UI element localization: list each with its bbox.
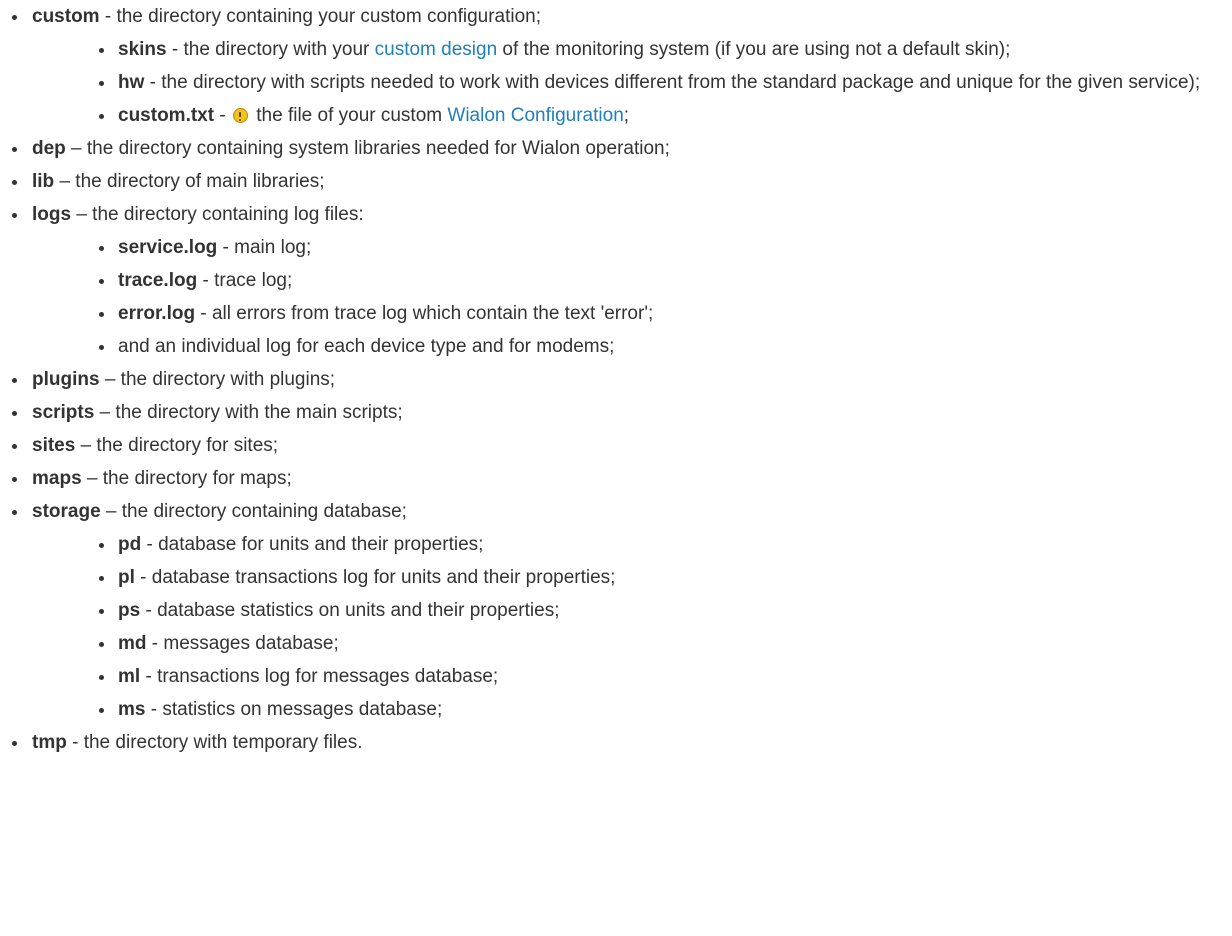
item-name: scripts bbox=[32, 402, 95, 423]
item-name: pl bbox=[118, 567, 135, 588]
item-description: - the directory with temporary files. bbox=[66, 732, 363, 753]
list-item-tmp: tmp - the directory with temporary files… bbox=[12, 726, 1232, 759]
item-name: sites bbox=[32, 435, 76, 456]
list-item-custom: custom - the directory containing your c… bbox=[12, 0, 1232, 132]
list-item-storage: storage – the directory containing datab… bbox=[12, 495, 1232, 726]
item-description: – the directory containing log files: bbox=[71, 204, 364, 225]
list-item-ms: ms - statistics on messages database; bbox=[99, 693, 1232, 726]
list-item-lib: lib – the directory of main libraries; bbox=[12, 165, 1232, 198]
list-item-maps: maps – the directory for maps; bbox=[12, 462, 1232, 495]
item-name: custom.txt bbox=[118, 105, 215, 126]
list-item-pl: pl - database transactions log for units… bbox=[99, 561, 1232, 594]
item-description: ; bbox=[623, 105, 630, 126]
item-description: - trace log; bbox=[197, 270, 293, 291]
item-description: - the directory containing your custom c… bbox=[99, 6, 542, 27]
list-item-ps: ps - database statistics on units and th… bbox=[99, 594, 1232, 627]
item-description: - database statistics on units and their… bbox=[140, 600, 560, 621]
item-name: ps bbox=[118, 600, 141, 621]
list-item-sites: sites – the directory for sites; bbox=[12, 429, 1232, 462]
item-description: the file of your custom bbox=[250, 105, 448, 126]
custom-design-link[interactable]: custom design bbox=[375, 39, 498, 60]
item-name: md bbox=[118, 633, 147, 654]
warning-icon bbox=[232, 108, 248, 123]
item-description: - all errors from trace log which contai… bbox=[195, 303, 654, 324]
item-description: – the directory containing system librar… bbox=[65, 138, 670, 159]
item-description: – the directory for sites; bbox=[75, 435, 279, 456]
list-item-individual-logs: and an individual log for each device ty… bbox=[99, 330, 1232, 363]
list-item-error-log: error.log - all errors from trace log wh… bbox=[99, 297, 1232, 330]
item-name: maps bbox=[32, 468, 82, 489]
item-name: pd bbox=[118, 534, 142, 555]
item-description: – the directory with the main scripts; bbox=[94, 402, 403, 423]
item-description: - transactions log for messages database… bbox=[140, 666, 499, 687]
item-description: – the directory with plugins; bbox=[99, 369, 336, 390]
list-item-ml: ml - transactions log for messages datab… bbox=[99, 660, 1232, 693]
storage-sublist: pd - database for units and their proper… bbox=[32, 528, 1232, 726]
list-item-logs: logs – the directory containing log file… bbox=[12, 198, 1232, 363]
item-name: storage bbox=[32, 501, 101, 522]
item-description: – the directory containing database; bbox=[100, 501, 407, 522]
directory-structure-content: custom - the directory containing your c… bbox=[0, 0, 1232, 759]
item-description: - database transactions log for units an… bbox=[134, 567, 616, 588]
list-item-hw: hw - the directory with scripts needed t… bbox=[99, 66, 1232, 99]
item-name: plugins bbox=[32, 369, 100, 390]
item-name: dep bbox=[32, 138, 66, 159]
list-item-dep: dep – the directory containing system li… bbox=[12, 132, 1232, 165]
wialon-configuration-link[interactable]: Wialon Configuration bbox=[447, 105, 623, 126]
item-description: and an individual log for each device ty… bbox=[118, 336, 615, 357]
item-name: ml bbox=[118, 666, 141, 687]
item-description: - database for units and their propertie… bbox=[141, 534, 484, 555]
directory-list: custom - the directory containing your c… bbox=[0, 0, 1232, 759]
list-item-pd: pd - database for units and their proper… bbox=[99, 528, 1232, 561]
item-name: trace.log bbox=[118, 270, 198, 291]
list-item-custom-txt: custom.txt - the file of your custom Wia… bbox=[99, 99, 1232, 132]
list-item-md: md - messages database; bbox=[99, 627, 1232, 660]
item-name: custom bbox=[32, 6, 100, 27]
item-name: ms bbox=[118, 699, 146, 720]
list-item-scripts: scripts – the directory with the main sc… bbox=[12, 396, 1232, 429]
list-item-plugins: plugins – the directory with plugins; bbox=[12, 363, 1232, 396]
custom-sublist: skins - the directory with your custom d… bbox=[32, 33, 1232, 132]
item-separator: - bbox=[214, 105, 231, 126]
list-item-skins: skins - the directory with your custom d… bbox=[99, 33, 1232, 66]
item-name: logs bbox=[32, 204, 72, 225]
item-description: of the monitoring system (if you are usi… bbox=[497, 39, 1011, 60]
item-description: - messages database; bbox=[146, 633, 339, 654]
list-item-trace-log: trace.log - trace log; bbox=[99, 264, 1232, 297]
item-name: lib bbox=[32, 171, 55, 192]
logs-sublist: service.log - main log; trace.log - trac… bbox=[32, 231, 1232, 363]
list-item-service-log: service.log - main log; bbox=[99, 231, 1232, 264]
item-name: hw bbox=[118, 72, 145, 93]
item-name: skins bbox=[118, 39, 167, 60]
item-description: – the directory for maps; bbox=[81, 468, 292, 489]
item-name: error.log bbox=[118, 303, 196, 324]
item-description: - the directory with your bbox=[166, 39, 375, 60]
item-description: - main log; bbox=[217, 237, 312, 258]
item-name: service.log bbox=[118, 237, 218, 258]
item-description: - the directory with scripts needed to w… bbox=[144, 72, 1201, 93]
item-description: - statistics on messages database; bbox=[145, 699, 443, 720]
item-name: tmp bbox=[32, 732, 67, 753]
item-description: – the directory of main libraries; bbox=[54, 171, 325, 192]
